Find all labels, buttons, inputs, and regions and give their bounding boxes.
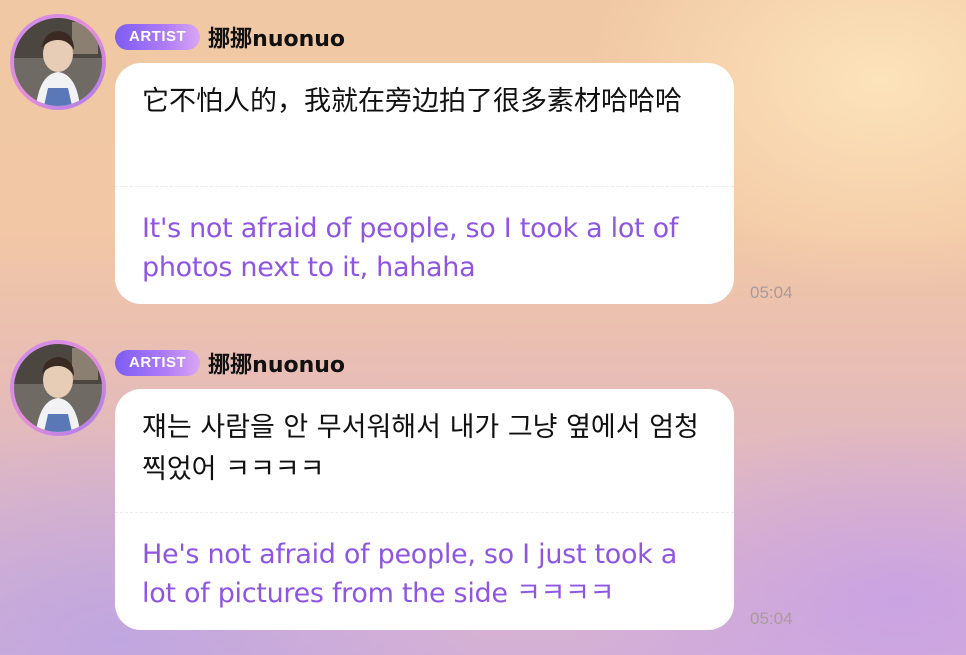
artist-badge: ARTIST	[115, 350, 201, 376]
sender-row: ARTIST 挪挪nuonuo	[115, 22, 345, 52]
translated-text: It's not afraid of people, so I took a l…	[142, 213, 679, 283]
avatar[interactable]	[10, 14, 106, 110]
divider	[115, 512, 734, 513]
sender-name[interactable]: 挪挪nuonuo	[208, 21, 345, 53]
message-bubble[interactable]: 쟤는 사람을 안 무서워해서 내가 그냥 옆에서 엄청 찍었어 ㅋㅋㅋㅋ He'…	[115, 389, 734, 630]
divider	[115, 186, 734, 187]
avatar-photo	[14, 18, 102, 106]
sender-name[interactable]: 挪挪nuonuo	[208, 347, 345, 379]
translated-text: He's not afraid of people, so I just too…	[142, 539, 678, 609]
avatar[interactable]	[10, 340, 106, 436]
avatar-photo	[14, 344, 102, 432]
message-bubble[interactable]: 它不怕人的，我就在旁边拍了很多素材哈哈哈 It's not afraid of …	[115, 63, 734, 304]
original-text: 쟤는 사람을 안 무서워해서 내가 그냥 옆에서 엄청 찍었어 ㅋㅋㅋㅋ	[142, 412, 699, 485]
original-text: 它不怕人的，我就在旁边拍了很多素材哈哈哈	[142, 86, 682, 117]
message-timestamp: 05:04	[750, 283, 793, 302]
artist-badge: ARTIST	[115, 24, 201, 50]
message-timestamp: 05:04	[750, 609, 793, 628]
sender-row: ARTIST 挪挪nuonuo	[115, 348, 345, 378]
